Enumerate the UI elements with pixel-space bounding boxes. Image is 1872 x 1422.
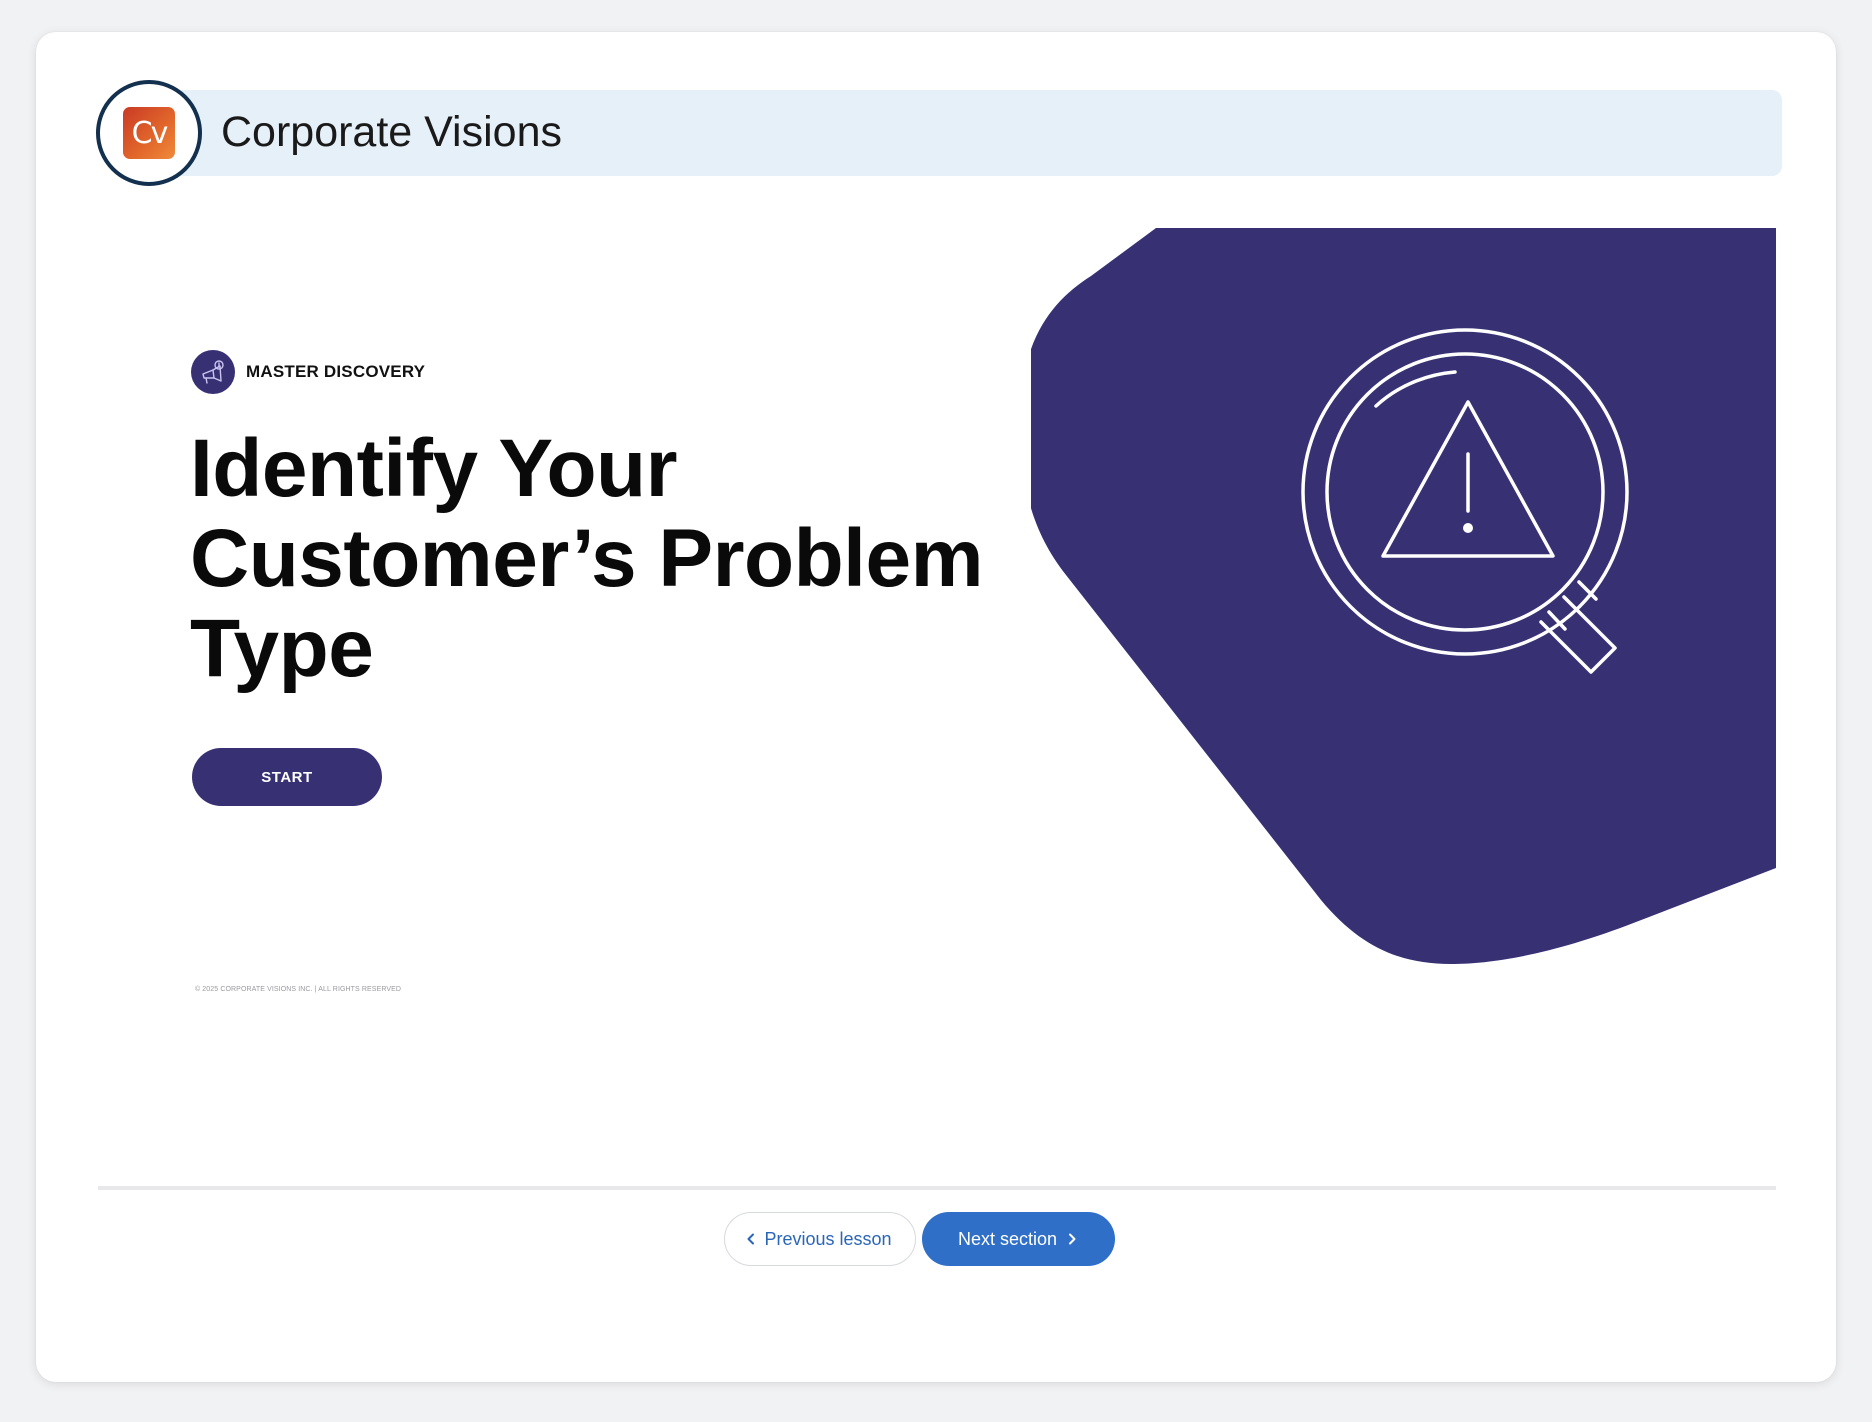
- chevron-left-icon: [744, 1232, 758, 1246]
- lesson-title: Identify Your Customer’s Problem Type: [190, 423, 983, 694]
- next-section-button[interactable]: Next section: [922, 1212, 1115, 1266]
- hero-background-shape: [1031, 228, 1776, 964]
- lesson-card: Cv Corporate Visions MASTER DISCOVERY Id…: [36, 32, 1836, 1382]
- previous-lesson-button[interactable]: Previous lesson: [724, 1212, 916, 1266]
- lesson-navigation: Previous lesson Next section: [724, 1212, 1115, 1266]
- previous-lesson-label: Previous lesson: [764, 1228, 892, 1249]
- copyright-notice: © 2025 CORPORATE VISIONS INC. | ALL RIGH…: [195, 986, 402, 993]
- lesson-kicker: MASTER DISCOVERY: [191, 350, 425, 394]
- lesson-kicker-label: MASTER DISCOVERY: [246, 362, 426, 381]
- megaphone-dollar-icon: [191, 350, 235, 394]
- chevron-right-icon: [1065, 1232, 1079, 1246]
- lesson-hero: [36, 32, 1836, 1382]
- hero-illustration: [1031, 228, 1776, 964]
- start-button[interactable]: START: [192, 748, 382, 806]
- next-section-label: Next section: [957, 1228, 1058, 1249]
- footer-divider: [98, 1186, 1776, 1190]
